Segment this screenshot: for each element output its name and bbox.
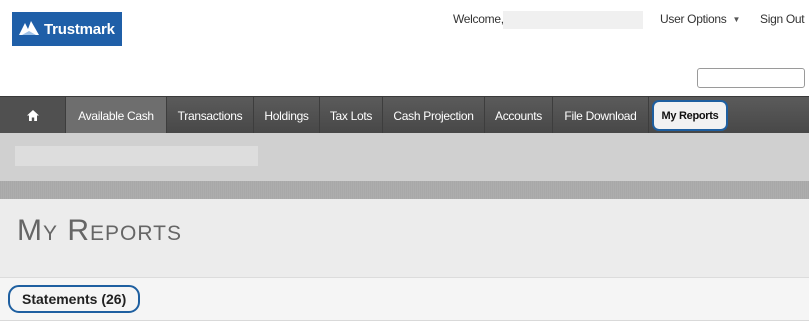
nav-tab-cash-projection[interactable]: Cash Projection bbox=[383, 97, 485, 134]
nav-home[interactable] bbox=[0, 97, 66, 134]
sign-out-link[interactable]: Sign Out bbox=[760, 12, 805, 26]
header: Trustmark Welcome, User Options ▼ Sign O… bbox=[0, 0, 809, 96]
search-input[interactable] bbox=[697, 68, 805, 88]
trustmark-logo[interactable]: Trustmark bbox=[12, 12, 122, 46]
statements-section: Statements (26) bbox=[0, 277, 809, 321]
nav-tab-my-reports[interactable]: My Reports bbox=[652, 100, 728, 131]
nav-tab-holdings[interactable]: Holdings bbox=[254, 97, 320, 134]
main-nav: Available Cash Transactions Holdings Tax… bbox=[0, 96, 809, 134]
page-title-area: My Reports bbox=[0, 199, 809, 277]
nav-tab-accounts[interactable]: Accounts bbox=[485, 97, 553, 134]
user-name-redacted bbox=[503, 11, 643, 29]
home-icon bbox=[26, 110, 39, 121]
trustmark-logo-icon bbox=[19, 21, 39, 35]
nav-tab-file-download[interactable]: File Download bbox=[553, 97, 649, 134]
account-selector-redacted bbox=[15, 146, 258, 166]
chevron-down-icon: ▼ bbox=[732, 14, 741, 24]
welcome-text: Welcome, bbox=[453, 12, 504, 26]
nav-tab-transactions[interactable]: Transactions bbox=[167, 97, 254, 134]
page-title: My Reports bbox=[17, 214, 182, 247]
brand-name: Trustmark bbox=[44, 20, 115, 38]
nav-tab-available-cash[interactable]: Available Cash bbox=[66, 97, 167, 134]
nav-tab-tax-lots[interactable]: Tax Lots bbox=[320, 97, 383, 134]
sub-toolbar bbox=[0, 133, 809, 181]
user-options-label: User Options bbox=[660, 12, 727, 26]
decorative-divider bbox=[0, 181, 809, 199]
statements-section-header[interactable]: Statements (26) bbox=[8, 285, 141, 313]
user-options-menu[interactable]: User Options ▼ bbox=[660, 12, 740, 26]
